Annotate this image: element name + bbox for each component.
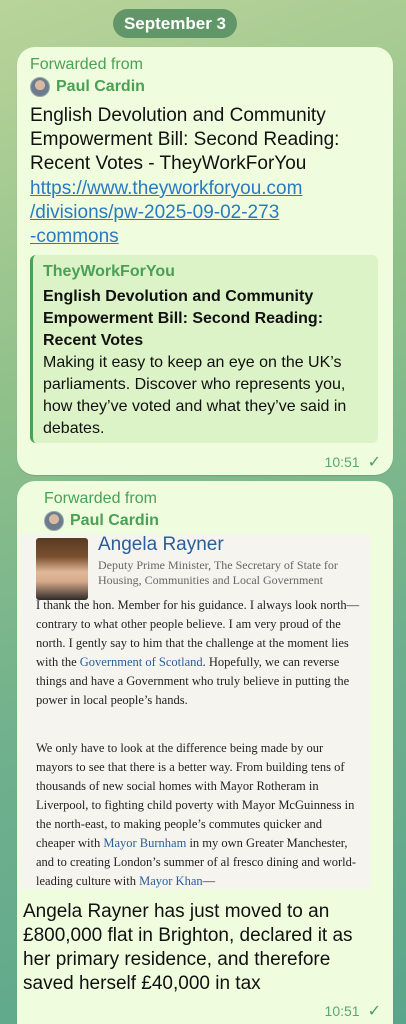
speech-link: Mayor Burnham	[103, 836, 187, 850]
check-icon: ✓	[367, 1003, 381, 1020]
hansard-screenshot-image[interactable]: Angela Rayner Deputy Prime Minister, The…	[20, 534, 370, 889]
message-time: 10:51	[324, 1003, 360, 1019]
forwarded-label: Forwarded from	[30, 56, 143, 73]
message-time: 10:51	[324, 454, 360, 470]
forwarded-author[interactable]: Paul Cardin	[44, 511, 159, 531]
speech-link: Government of Scotland	[79, 655, 203, 669]
check-icon: ✓	[367, 454, 381, 471]
preview-description: Making it easy to keep an eye on the UK’…	[43, 354, 347, 437]
link-line-2[interactable]: /divisions/pw-2025-09-02-273	[30, 201, 370, 225]
message-link[interactable]: https://www.theyworkforyou.com /division…	[30, 177, 370, 249]
message-meta: 10:51 ✓	[325, 452, 381, 472]
forwarded-author[interactable]: Paul Cardin	[30, 77, 145, 97]
avatar	[30, 77, 50, 97]
forwarded-label: Forwarded from	[44, 490, 157, 507]
message-caption: Angela Rayner has just moved to an £800,…	[23, 901, 353, 994]
portrait-photo	[36, 538, 88, 600]
link-line-3[interactable]: -commons	[30, 225, 370, 249]
link-line-1[interactable]: https://www.theyworkforyou.com	[30, 177, 370, 201]
speech-paragraph-1: I thank the hon. Member for his guidance…	[36, 598, 360, 707]
preview-site-name: TheyWorkForYou	[43, 263, 175, 280]
speech-link: Mayor Khan	[139, 874, 203, 888]
message-bubble-1[interactable]: Forwarded from Paul Cardin English Devol…	[17, 47, 393, 475]
speaker-name: Angela Rayner	[98, 534, 224, 555]
message-meta: 10:51 ✓	[325, 1001, 381, 1021]
speech-paragraph-2: We only have to look at the difference b…	[36, 741, 357, 888]
author-name: Paul Cardin	[70, 512, 159, 529]
speaker-role: Deputy Prime Minister, The Secretary of …	[98, 558, 338, 587]
author-name: Paul Cardin	[56, 78, 145, 95]
preview-title: English Devolution and Community Empower…	[43, 288, 324, 349]
message-text: English Devolution and Community Empower…	[30, 105, 340, 174]
link-preview[interactable]: TheyWorkForYou English Devolution and Co…	[30, 255, 378, 443]
avatar	[44, 511, 64, 531]
date-pill: September 3	[113, 9, 237, 38]
